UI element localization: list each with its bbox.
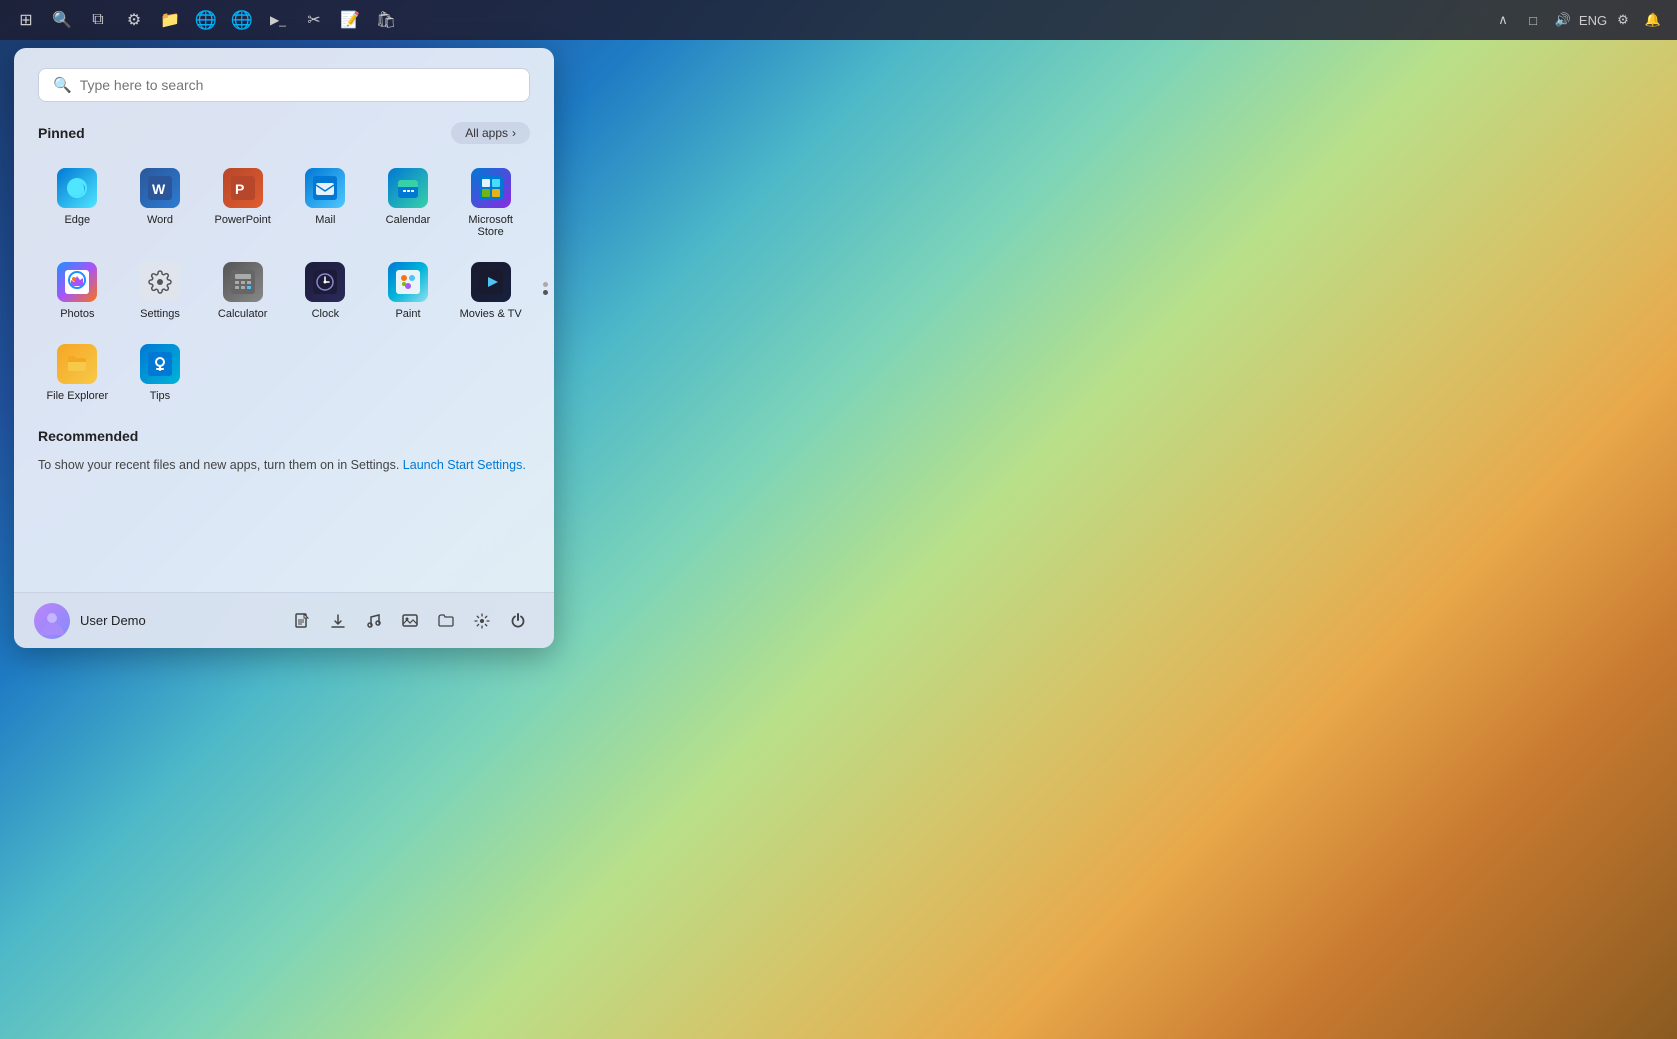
downloads-button[interactable] — [322, 605, 354, 637]
app-file-explorer[interactable]: File Explorer — [38, 334, 117, 412]
user-settings-button[interactable] — [466, 605, 498, 637]
taskbar-volume[interactable]: 🔊 — [1551, 8, 1575, 32]
search-input[interactable] — [80, 77, 515, 93]
recommended-title: Recommended — [38, 428, 138, 444]
app-calculator[interactable]: Calculator — [203, 252, 282, 330]
tips-icon — [140, 344, 180, 384]
all-apps-button[interactable]: All apps › — [451, 122, 530, 144]
taskbar-store[interactable]: 🛍 — [372, 6, 400, 34]
app-msstore[interactable]: Microsoft Store — [451, 158, 530, 248]
taskbar-overflow[interactable]: ∧ — [1491, 8, 1515, 32]
taskbar-file-explorer[interactable]: 📁 — [156, 6, 184, 34]
calculator-icon — [223, 262, 263, 302]
edge-icon — [57, 168, 97, 208]
taskbar-notification[interactable]: 🔔 — [1641, 8, 1665, 32]
tips-label: Tips — [150, 390, 170, 402]
launch-settings-link[interactable]: Launch Start Settings. — [403, 458, 526, 472]
search-bar-icon: 🔍 — [53, 76, 72, 94]
word-label: Word — [147, 214, 173, 226]
taskbar-settings2[interactable]: ⚙ — [1611, 8, 1635, 32]
start-menu: 🔍 Pinned All apps › Edge — [14, 48, 554, 648]
app-edge[interactable]: Edge — [38, 158, 117, 248]
user-profile[interactable]: User Demo — [34, 603, 146, 639]
app-settings[interactable]: Settings — [121, 252, 200, 330]
folders-button[interactable] — [430, 605, 462, 637]
msstore-icon — [471, 168, 511, 208]
taskbar: ⊞ 🔍 ⧉ ⚙ 📁 🌐 🌐 ▶_ ✂ 📝 🛍 ∧ □ 🔊 ENG ⚙ 🔔 — [0, 0, 1677, 40]
paint-icon — [388, 262, 428, 302]
msstore-label: Microsoft Store — [457, 214, 524, 238]
app-powerpoint[interactable]: P PowerPoint — [203, 158, 282, 248]
movies-label: Movies & TV — [460, 308, 522, 320]
user-bar: User Demo — [14, 592, 554, 648]
taskbar-left: ⊞ 🔍 ⧉ ⚙ 📁 🌐 🌐 ▶_ ✂ 📝 🛍 — [12, 6, 400, 34]
search-bar[interactable]: 🔍 — [38, 68, 530, 102]
calendar-icon — [388, 168, 428, 208]
file-explorer-icon — [57, 344, 97, 384]
user-actions-bar — [286, 605, 534, 637]
clock-label: Clock — [312, 308, 340, 320]
photos-icon — [57, 262, 97, 302]
documents-button[interactable] — [286, 605, 318, 637]
word-icon: W — [140, 168, 180, 208]
app-word[interactable]: W Word — [121, 158, 200, 248]
svg-text:W: W — [152, 181, 166, 197]
paint-label: Paint — [395, 308, 420, 320]
taskbar-settings[interactable]: ⚙ — [120, 6, 148, 34]
taskbar-terminal[interactable]: ▶_ — [264, 6, 292, 34]
taskbar-task-view[interactable]: ⧉ — [84, 6, 112, 34]
pinned-apps-grid: Edge W Word P PowerPoint — [38, 158, 530, 412]
user-avatar — [34, 603, 70, 639]
recommended-header: Recommended — [38, 428, 530, 444]
calculator-label: Calculator — [218, 308, 268, 320]
windows-start-button[interactable]: ⊞ — [12, 6, 40, 34]
app-calendar[interactable]: Calendar — [369, 158, 448, 248]
pinned-header: Pinned All apps › — [38, 122, 530, 144]
movies-icon — [471, 262, 511, 302]
calendar-label: Calendar — [386, 214, 431, 226]
taskbar-display[interactable]: □ — [1521, 8, 1545, 32]
powerpoint-label: PowerPoint — [215, 214, 271, 226]
app-mail[interactable]: Mail — [286, 158, 365, 248]
music-button[interactable] — [358, 605, 390, 637]
settings-icon — [140, 262, 180, 302]
app-tips[interactable]: Tips — [121, 334, 200, 412]
recommended-description: To show your recent files and new apps, … — [38, 458, 530, 472]
app-paint[interactable]: Paint — [369, 252, 448, 330]
mail-icon — [305, 168, 345, 208]
app-clock[interactable]: Clock — [286, 252, 365, 330]
pictures-button[interactable] — [394, 605, 426, 637]
taskbar-edge[interactable]: 🌐 — [192, 6, 220, 34]
taskbar-snip[interactable]: ✂ — [300, 6, 328, 34]
edge-label: Edge — [64, 214, 90, 226]
power-button[interactable] — [502, 605, 534, 637]
taskbar-right: ∧ □ 🔊 ENG ⚙ 🔔 — [1491, 8, 1665, 32]
settings-label: Settings — [140, 308, 180, 320]
recommended-section: Recommended To show your recent files an… — [38, 428, 530, 472]
taskbar-notepad[interactable]: 📝 — [336, 6, 364, 34]
clock-icon — [305, 262, 345, 302]
photos-label: Photos — [60, 308, 94, 320]
mail-label: Mail — [315, 214, 335, 226]
taskbar-edge-dev[interactable]: 🌐 — [228, 6, 256, 34]
file-explorer-label: File Explorer — [46, 390, 108, 402]
chevron-right-icon: › — [512, 126, 516, 140]
user-name: User Demo — [80, 613, 146, 628]
app-movies[interactable]: Movies & TV — [451, 252, 530, 330]
svg-text:P: P — [235, 181, 244, 197]
app-photos[interactable]: Photos — [38, 252, 117, 330]
taskbar-language[interactable]: ENG — [1581, 8, 1605, 32]
pinned-title: Pinned — [38, 125, 85, 141]
powerpoint-icon: P — [223, 168, 263, 208]
taskbar-search[interactable]: 🔍 — [48, 6, 76, 34]
